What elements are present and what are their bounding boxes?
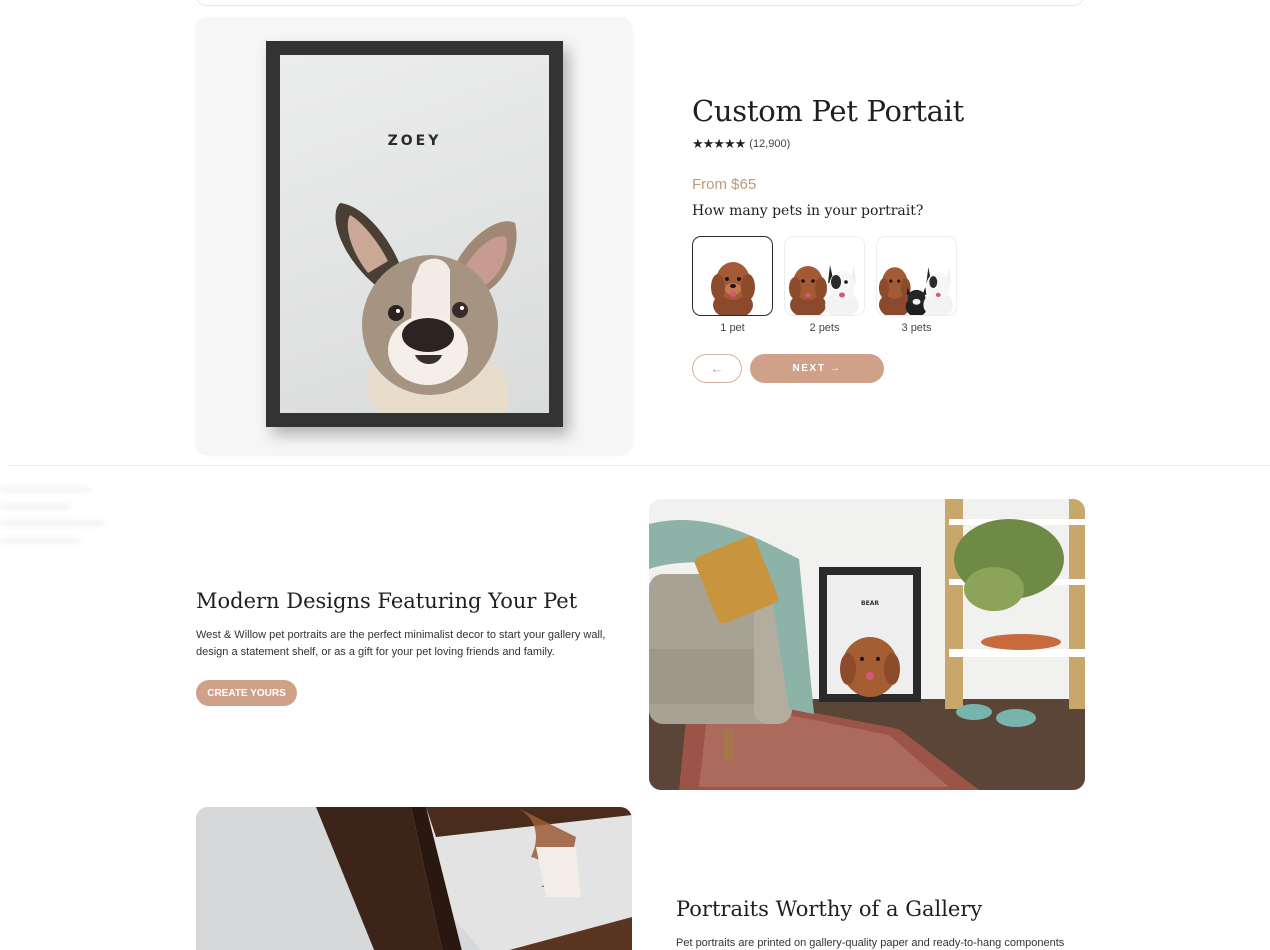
rating-stars-icon: ★★★★★ — [692, 136, 746, 151]
three-pets-icon — [878, 267, 954, 315]
previous-button[interactable]: ← — [692, 354, 742, 383]
living-room-scene: BEAR — [649, 499, 1085, 790]
rating-count: (12,900) — [749, 138, 791, 150]
pet-option-label: 2 pets — [809, 322, 840, 334]
pet-option-label: 1 pet — [720, 322, 745, 334]
two-dogs-icon — [788, 265, 859, 315]
lifestyle-photo: BEAR — [649, 499, 1085, 790]
frame-closeup-photo — [196, 807, 632, 950]
french-bulldog-illustration — [335, 203, 517, 413]
create-yours-button[interactable]: CREATE YOURS — [196, 680, 297, 706]
pet-option-thumbnail — [692, 236, 773, 316]
portrait-pet-name: ZOEY — [387, 133, 442, 149]
gallery-section-title: Portraits Worthy of a Gallery — [676, 897, 983, 921]
pet-count-options: 1 pet 2 pets 3 pets — [692, 236, 957, 334]
product-price: From $65 — [692, 176, 757, 193]
modern-designs-title: Modern Designs Featuring Your Pet — [196, 589, 578, 613]
header-bar-edge — [195, 0, 1085, 6]
pet-option-thumbnail — [876, 236, 957, 316]
gallery-section-body: Pet portraits are printed on gallery-qua… — [676, 937, 1065, 949]
pet-option-label: 3 pets — [901, 322, 932, 334]
product-title: Custom Pet Portait — [692, 94, 964, 128]
pet-option-2[interactable]: 2 pets — [784, 236, 865, 334]
section-divider — [8, 465, 1270, 466]
pet-option-3[interactable]: 3 pets — [876, 236, 957, 334]
portrait-frame: ZOEY — [266, 41, 563, 427]
product-rating[interactable]: ★★★★★ (12,900) — [692, 136, 790, 152]
frame-corner-closeup — [196, 807, 632, 950]
pet-option-thumbnail — [784, 236, 865, 316]
portrait-print: ZOEY — [280, 55, 549, 413]
doodle-dog-icon — [710, 262, 755, 315]
product-image-card: ZOEY — [196, 17, 632, 454]
lifestyle-frame-name: BEAR — [861, 600, 879, 607]
modern-designs-body: West & Willow pet portraits are the perf… — [196, 629, 606, 658]
pet-count-question: How many pets in your portrait? — [692, 203, 924, 219]
next-button[interactable]: NEXT → — [750, 354, 884, 383]
pet-option-1[interactable]: 1 pet — [692, 236, 773, 334]
faded-overlay-menu — [0, 478, 120, 588]
